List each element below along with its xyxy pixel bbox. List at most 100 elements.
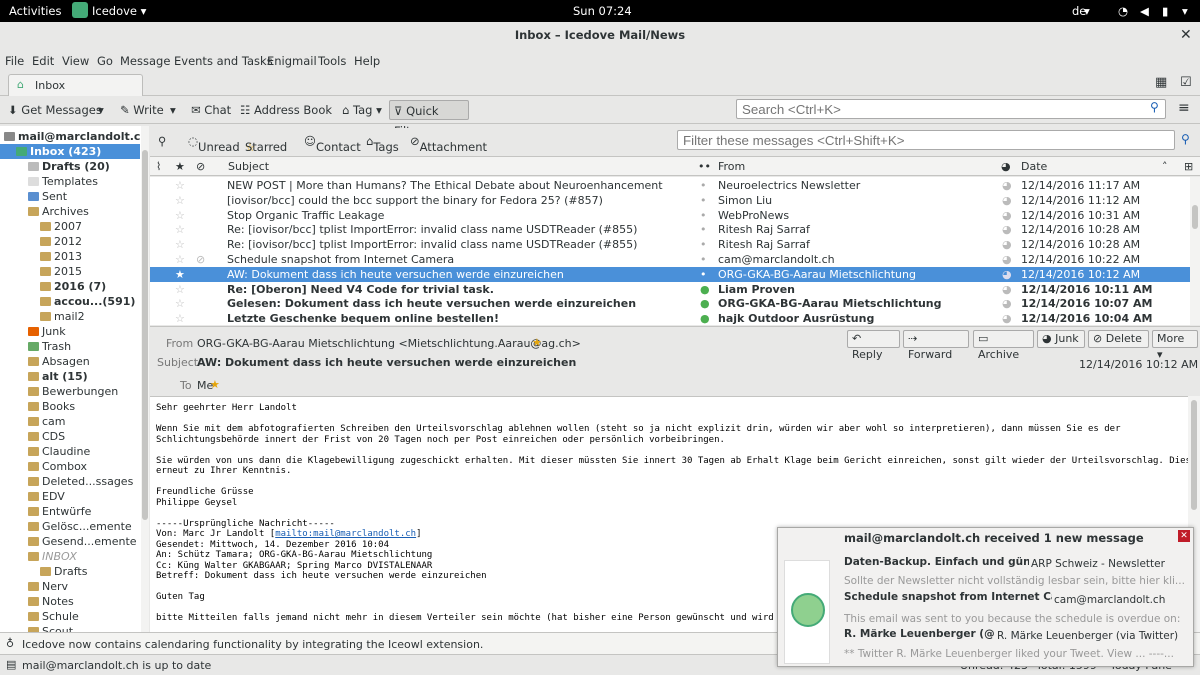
message-row[interactable]: ☆ Stop Organic Traffic Leakage • WebProNews… [150,208,1190,223]
address-book-button[interactable]: ☷ Address Book [236,100,336,120]
folder-item[interactable]: Claudine [0,444,140,459]
from-value[interactable]: ORG-GKA-BG-Aarau Mietschlichtung <Mietsc… [197,337,581,350]
popup-close-icon[interactable]: ✕ [1178,530,1190,542]
folder-item[interactable]: 2007 [0,219,140,234]
star-icon[interactable]: ☆ [175,282,187,297]
more-button[interactable]: More ▾ [1152,330,1198,361]
read-status-icon[interactable]: • [700,222,710,237]
star-icon[interactable]: ★ [175,267,187,282]
folder-item[interactable]: 2016 (7) [0,279,140,294]
folder-item[interactable]: INBOX [0,549,140,564]
star-icon[interactable]: ☆ [175,222,187,237]
tag-button[interactable]: ⌂ Tag ▾ [338,100,386,120]
folder-item[interactable]: Templates [0,174,140,189]
to-star-icon[interactable]: ★ [210,378,220,391]
folder-item[interactable]: accou...(591) [0,294,140,309]
folder-item[interactable]: EDV [0,489,140,504]
read-status-icon[interactable]: ● [700,296,710,311]
read-status-icon[interactable]: ● [700,282,710,297]
popup-msg1-subject[interactable]: Daten-Backup. Einfach und günstig. [844,556,1029,568]
filter-search-icon[interactable]: ⚲ [1181,132,1190,146]
message-row[interactable]: ★ AW: Dokument dass ich heute versuchen w… [150,266,1190,282]
tasks-icon[interactable]: ☑ [1180,75,1192,90]
read-status-icon[interactable]: • [700,252,710,267]
junk-status-icon[interactable]: ◕ [1002,237,1014,252]
folder-item[interactable]: Notes [0,594,140,609]
subject-column-header[interactable]: Subject [228,160,269,173]
read-status-icon[interactable]: • [700,208,710,223]
folder-item[interactable]: Absagen [0,354,140,369]
get-messages-dropdown-icon[interactable]: ▾ [94,100,108,120]
star-icon[interactable]: ☆ [175,237,187,252]
search-input[interactable] [736,99,1166,119]
battery-icon[interactable]: ▮ [1162,4,1168,18]
star-icon[interactable]: ☆ [175,311,187,325]
junk-status-icon[interactable]: ◕ [1002,222,1014,237]
filter-messages-input[interactable] [677,130,1175,150]
message-list-scrollbar-thumb[interactable] [1192,205,1198,229]
menu-edit[interactable]: Edit [32,54,54,68]
folder-item[interactable]: Trash [0,339,140,354]
folder-item[interactable]: Gesend...emente [0,534,140,549]
tags-filter[interactable]: ⌂ Tags [366,134,399,154]
menu-help[interactable]: Help [354,54,380,68]
folder-item[interactable]: Deleted...ssages [0,474,140,489]
message-row[interactable]: ☆ ⊘ Schedule snapshot from Internet Camera… [150,252,1190,267]
get-messages-button[interactable]: ⬇ Get Messages [4,100,106,120]
menu-go[interactable]: Go [97,54,113,68]
folder-item[interactable]: Archives [0,204,140,219]
junk-button[interactable]: ◕ Junk [1037,330,1085,348]
date-column-header[interactable]: Date [1021,160,1047,173]
attachment-icon[interactable]: ⊘ [196,252,208,267]
folder-item[interactable]: 2013 [0,249,140,264]
folder-item[interactable]: mail2 [0,309,140,324]
quick-filter-button[interactable]: ⊽ Quick Filter [389,100,469,138]
junk-status-icon[interactable]: ◕ [1002,282,1014,297]
folder-item[interactable]: CDS [0,429,140,444]
star-icon[interactable]: ☆ [175,296,187,311]
star-icon[interactable]: ☆ [175,208,187,223]
read-column-icon[interactable]: •• [698,160,711,173]
write-button[interactable]: ✎ Write [116,100,168,120]
close-window-icon[interactable]: ✕ [1180,27,1192,43]
junk-status-icon[interactable]: ◕ [1002,193,1014,208]
folder-item[interactable]: Entwürfe [0,504,140,519]
junk-status-icon[interactable]: ◕ [1002,267,1014,282]
folder-item[interactable]: cam [0,414,140,429]
message-row[interactable]: ☆ Letzte Geschenke bequem online bestelle… [150,311,1190,325]
search-icon[interactable]: ⚲ [1150,100,1159,114]
folder-item[interactable]: Inbox (423) [0,144,140,159]
thread-column-icon[interactable]: ⌇ [156,160,161,173]
from-column-header[interactable]: From [718,160,745,173]
read-status-icon[interactable]: • [700,178,710,193]
menu-events-and-tasks[interactable]: Events and Tasks [174,54,273,68]
menu-tools[interactable]: Tools [318,54,346,68]
read-status-icon[interactable]: • [700,237,710,252]
read-status-icon[interactable]: • [700,267,710,282]
star-icon[interactable]: ☆ [175,252,187,267]
write-dropdown-icon[interactable]: ▾ [166,100,180,120]
star-icon[interactable]: ☆ [175,178,187,193]
junk-status-icon[interactable]: ◕ [1002,208,1014,223]
archive-button[interactable]: ▭ Archive [973,330,1034,361]
folder-item[interactable]: Drafts (20) [0,159,140,174]
folder-item[interactable]: Schule [0,609,140,624]
junk-status-icon[interactable]: ◕ [1002,252,1014,267]
system-menu-arrow-icon[interactable]: ▾ [1182,4,1188,18]
column-picker-icon[interactable]: ⊞ [1184,160,1193,173]
menu-message[interactable]: Message [120,54,170,68]
message-list-scrollbar[interactable] [1190,177,1200,325]
sort-ascending-icon[interactable]: ˄ [1162,160,1168,173]
read-status-icon[interactable]: ● [700,311,710,325]
read-status-icon[interactable]: • [700,193,710,208]
folder-item[interactable]: 2015 [0,264,140,279]
folder-item[interactable]: Sent [0,189,140,204]
menu-view[interactable]: View [62,54,89,68]
popup-msg2-subject[interactable]: Schedule snapshot from Internet Camera [844,591,1052,603]
clock[interactable]: Sun 07:24 [573,4,632,18]
folder-scrollbar-thumb[interactable] [142,150,148,520]
chat-button[interactable]: ✉ Chat [187,100,235,120]
star-column-icon[interactable]: ★ [175,160,185,173]
message-body-scrollbar-thumb[interactable] [1191,400,1197,510]
folder-item[interactable]: Combox [0,459,140,474]
